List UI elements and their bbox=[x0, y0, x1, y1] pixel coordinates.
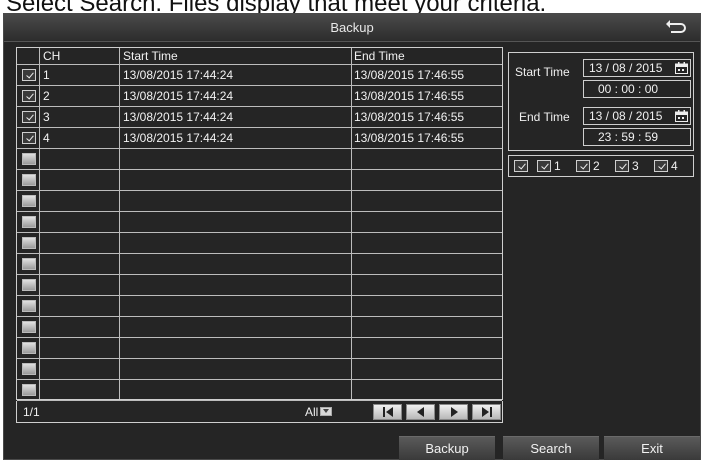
cell-channel: 1 bbox=[43, 68, 50, 82]
row-checkbox[interactable] bbox=[22, 216, 36, 228]
back-icon[interactable] bbox=[664, 18, 688, 38]
channel-option-1[interactable]: 1 bbox=[537, 159, 561, 174]
table-row[interactable]: 2 13/08/2015 17:44:24 13/08/2015 17:46:55 bbox=[17, 86, 502, 107]
row-checkbox[interactable] bbox=[22, 384, 36, 396]
cell-end-time: 13/08/2015 17:46:55 bbox=[354, 89, 465, 103]
end-date-field[interactable]: 13 / 08 / 2015 bbox=[583, 107, 691, 125]
cell-channel: 2 bbox=[43, 89, 50, 103]
row-checkbox[interactable] bbox=[22, 342, 36, 354]
checkbox[interactable] bbox=[615, 160, 629, 172]
channel-option-4[interactable]: 4 bbox=[654, 159, 678, 174]
row-checkbox[interactable] bbox=[22, 195, 36, 207]
checkbox[interactable] bbox=[654, 160, 668, 172]
calendar-icon[interactable] bbox=[675, 110, 688, 122]
backup-window: Backup CH Start Time End Time 1 13/08/201… bbox=[3, 13, 701, 460]
cell-start-time: 13/08/2015 17:44:24 bbox=[123, 89, 234, 103]
start-date-value: 13 / 08 / 2015 bbox=[589, 61, 663, 75]
start-time-field[interactable]: 00 : 00 : 00 bbox=[583, 80, 691, 98]
channel-label: 2 bbox=[593, 159, 600, 173]
table-row[interactable] bbox=[17, 380, 502, 401]
table-row[interactable] bbox=[17, 254, 502, 275]
chevron-down-icon bbox=[320, 407, 333, 416]
row-checkbox[interactable] bbox=[22, 279, 36, 291]
table-row[interactable] bbox=[17, 359, 502, 380]
start-date-field[interactable]: 13 / 08 / 2015 bbox=[583, 59, 691, 77]
exit-button[interactable]: Exit bbox=[604, 436, 700, 460]
checkbox[interactable] bbox=[514, 160, 528, 172]
row-checkbox[interactable] bbox=[22, 69, 36, 81]
table-row[interactable] bbox=[17, 317, 502, 338]
prev-page-button[interactable] bbox=[406, 404, 435, 420]
first-page-button[interactable] bbox=[373, 404, 402, 420]
end-time-label: End Time bbox=[519, 110, 570, 124]
next-page-button[interactable] bbox=[439, 404, 468, 420]
table-row[interactable]: 4 13/08/2015 17:44:24 13/08/2015 17:46:55 bbox=[17, 128, 502, 149]
end-date-value: 13 / 08 / 2015 bbox=[589, 109, 663, 123]
channel-select-panel: 1 2 3 4 bbox=[508, 155, 694, 177]
header-end-time: End Time bbox=[354, 49, 405, 63]
table-row[interactable] bbox=[17, 233, 502, 254]
row-checkbox[interactable] bbox=[22, 321, 36, 333]
header-ch: CH bbox=[43, 49, 61, 63]
row-checkbox[interactable] bbox=[22, 258, 36, 270]
table-row[interactable]: 1 13/08/2015 17:44:24 13/08/2015 17:46:55 bbox=[17, 65, 502, 86]
cell-end-time: 13/08/2015 17:46:55 bbox=[354, 110, 465, 124]
page-indicator: 1/1 bbox=[23, 405, 40, 419]
checkbox[interactable] bbox=[576, 160, 590, 172]
cell-channel: 4 bbox=[43, 131, 50, 145]
channel-option-2[interactable]: 2 bbox=[576, 159, 600, 174]
skip-first-icon bbox=[382, 407, 393, 417]
end-time-field[interactable]: 23 : 59 : 59 bbox=[583, 128, 691, 146]
title-bar: Backup bbox=[4, 14, 700, 42]
cell-start-time: 13/08/2015 17:44:24 bbox=[123, 110, 234, 124]
table-row[interactable] bbox=[17, 296, 502, 317]
table-row[interactable] bbox=[17, 191, 502, 212]
table-row[interactable]: 3 13/08/2015 17:44:24 13/08/2015 17:46:55 bbox=[17, 107, 502, 128]
select-all-channels[interactable] bbox=[514, 159, 528, 174]
window-title: Backup bbox=[330, 20, 374, 35]
calendar-icon[interactable] bbox=[675, 62, 688, 74]
table-row[interactable] bbox=[17, 338, 502, 359]
row-checkbox[interactable] bbox=[22, 90, 36, 102]
channel-option-3[interactable]: 3 bbox=[615, 159, 639, 174]
row-checkbox[interactable] bbox=[22, 174, 36, 186]
next-icon bbox=[450, 407, 458, 417]
search-button[interactable]: Search bbox=[503, 436, 599, 460]
cell-channel: 3 bbox=[43, 110, 50, 124]
filter-value: All bbox=[305, 405, 319, 419]
header-start-time: Start Time bbox=[123, 49, 178, 63]
table-row[interactable] bbox=[17, 170, 502, 191]
backup-button[interactable]: Backup bbox=[399, 436, 495, 460]
table-header: CH Start Time End Time bbox=[17, 48, 502, 65]
cell-end-time: 13/08/2015 17:46:55 bbox=[354, 131, 465, 145]
channel-label: 4 bbox=[671, 159, 678, 173]
checkbox[interactable] bbox=[537, 160, 551, 172]
table-row[interactable] bbox=[17, 275, 502, 296]
row-checkbox[interactable] bbox=[22, 153, 36, 165]
row-checkbox[interactable] bbox=[22, 132, 36, 144]
row-checkbox[interactable] bbox=[22, 111, 36, 123]
filter-select[interactable]: All bbox=[305, 401, 333, 423]
cell-end-time: 13/08/2015 17:46:55 bbox=[354, 68, 465, 82]
cell-start-time: 13/08/2015 17:44:24 bbox=[123, 131, 234, 145]
cell-start-time: 13/08/2015 17:44:24 bbox=[123, 68, 234, 82]
start-time-label: Start Time bbox=[515, 65, 570, 79]
row-checkbox[interactable] bbox=[22, 300, 36, 312]
channel-label: 3 bbox=[632, 159, 639, 173]
last-page-button[interactable] bbox=[472, 404, 501, 420]
row-checkbox[interactable] bbox=[22, 363, 36, 375]
skip-last-icon bbox=[481, 407, 492, 417]
row-checkbox[interactable] bbox=[22, 237, 36, 249]
pager-bar: 1/1 All bbox=[16, 401, 503, 423]
channel-label: 1 bbox=[554, 159, 561, 173]
time-range-panel: Start Time 13 / 08 / 2015 00 : 00 : 00 E… bbox=[508, 52, 694, 151]
prev-icon bbox=[416, 407, 424, 417]
record-table: CH Start Time End Time 1 13/08/2015 17:44… bbox=[16, 47, 503, 401]
table-row[interactable] bbox=[17, 149, 502, 170]
table-row[interactable] bbox=[17, 212, 502, 233]
